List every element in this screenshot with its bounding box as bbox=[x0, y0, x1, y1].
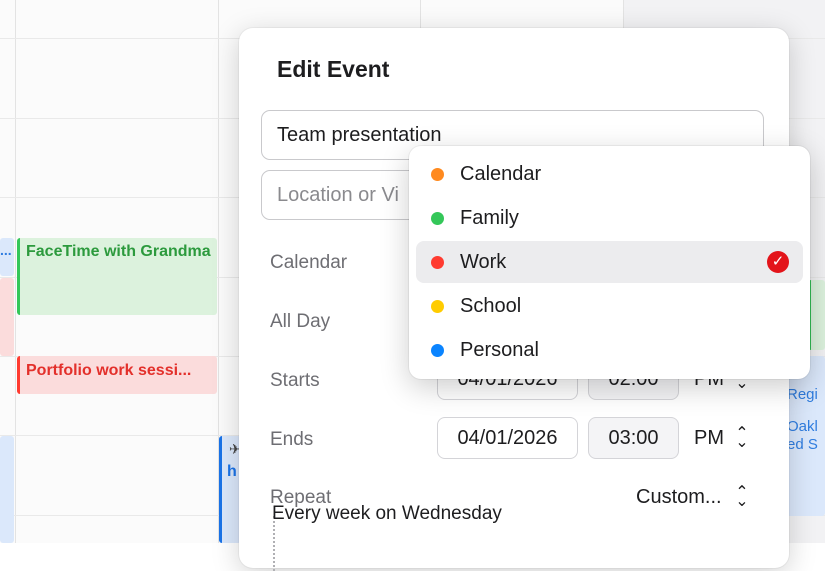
checkmark-icon: ✓ bbox=[767, 251, 789, 273]
event-title: Portfolio work sessi... bbox=[26, 362, 192, 379]
end-ampm[interactable]: PM bbox=[694, 427, 724, 450]
menu-item-label: Family bbox=[460, 207, 519, 229]
ends-label: Ends bbox=[270, 429, 314, 450]
event-fragment-text: ... bbox=[0, 242, 12, 258]
calendar-event-fragment[interactable] bbox=[808, 280, 825, 350]
repeat-select[interactable]: Custom... bbox=[636, 486, 722, 509]
color-dot-icon bbox=[431, 212, 444, 225]
end-date-button[interactable]: 04/01/2026 bbox=[437, 417, 578, 459]
calendar-event-fragment[interactable]: ✈ h bbox=[219, 436, 241, 543]
menu-item-label: Calendar bbox=[460, 163, 542, 185]
chevron-updown-icon[interactable]: ⌃⌄ bbox=[735, 485, 749, 510]
starts-label: Starts bbox=[270, 370, 320, 391]
grid-line bbox=[15, 0, 16, 543]
repeat-summary: Every week on Wednesday bbox=[272, 503, 502, 524]
menu-item-label: School bbox=[460, 295, 522, 317]
event-text: ed S bbox=[787, 436, 818, 453]
calendar-label: Calendar bbox=[270, 252, 348, 273]
event-facetime[interactable]: FaceTime with Grandma bbox=[17, 238, 217, 315]
all-day-label: All Day bbox=[270, 311, 331, 332]
event-text: Oakl bbox=[787, 418, 818, 435]
event-portfolio[interactable]: Portfolio work sessi... bbox=[17, 356, 217, 394]
menu-item-label: Personal bbox=[460, 339, 539, 361]
popover-title: Edit Event bbox=[277, 56, 390, 82]
calendar-dropdown-menu: Calendar Family Work ✓ School Personal bbox=[409, 146, 810, 379]
menu-item-personal[interactable]: Personal bbox=[416, 329, 803, 371]
menu-item-family[interactable]: Family bbox=[416, 197, 803, 239]
calendar-event-fragment[interactable]: ... bbox=[0, 238, 14, 276]
menu-item-work[interactable]: Work ✓ bbox=[416, 241, 803, 283]
menu-item-label: Work bbox=[460, 251, 507, 273]
color-dot-icon bbox=[431, 168, 444, 181]
menu-item-calendar[interactable]: Calendar bbox=[416, 153, 803, 195]
color-dot-icon bbox=[431, 344, 444, 357]
color-dot-icon bbox=[431, 300, 444, 313]
chevron-updown-icon[interactable]: ⌃⌄ bbox=[735, 426, 749, 451]
calendar-event-fragment[interactable] bbox=[0, 278, 14, 356]
calendar-event-fragment[interactable]: Regi Oakl ed S bbox=[787, 356, 825, 516]
color-dot-icon bbox=[431, 256, 444, 269]
end-time-button[interactable]: 03:00 bbox=[588, 417, 679, 459]
menu-item-school[interactable]: School bbox=[416, 285, 803, 327]
event-title: FaceTime with Grandma bbox=[26, 243, 211, 260]
event-title: h bbox=[227, 463, 237, 480]
calendar-event-fragment[interactable] bbox=[0, 436, 14, 543]
event-text: Regi bbox=[787, 386, 818, 403]
